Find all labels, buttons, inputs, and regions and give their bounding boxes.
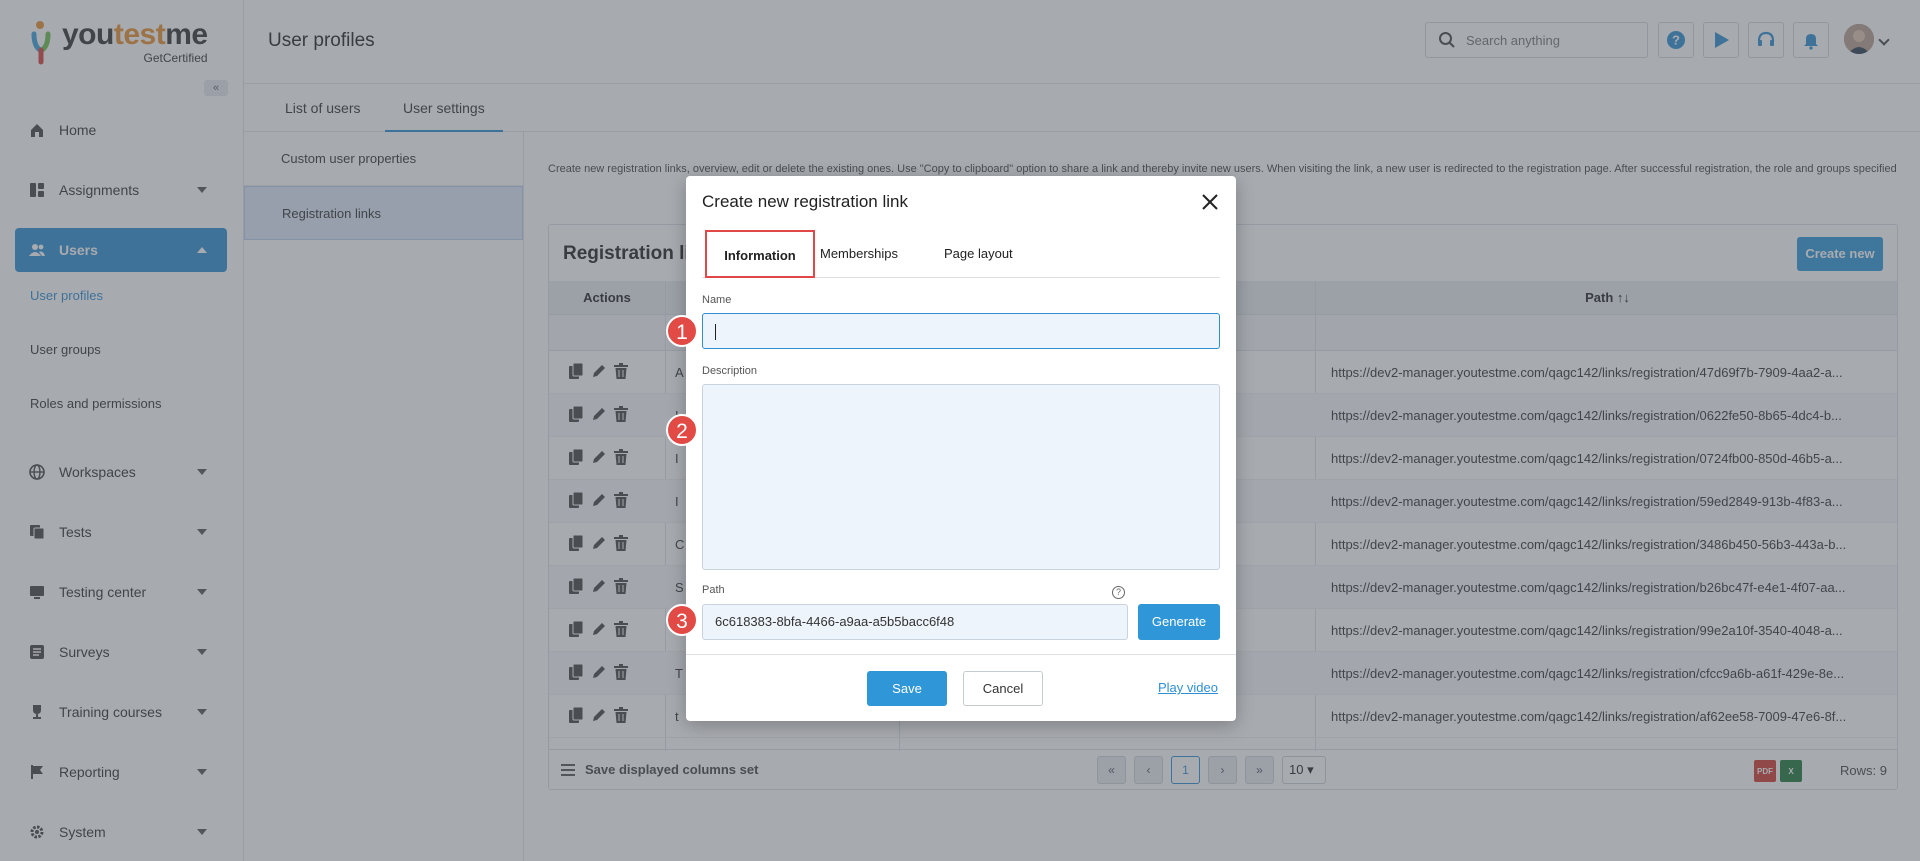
step-marker-3: 3	[666, 604, 698, 636]
path-help-icon[interactable]: ?	[1112, 586, 1125, 599]
close-icon[interactable]	[1200, 192, 1220, 212]
text-cursor	[715, 323, 716, 340]
name-label: Name	[702, 294, 732, 306]
path-field[interactable]: 6c618383-8bfa-4466-a9aa-a5b5bacc6f48	[702, 604, 1128, 640]
step-marker-2: 2	[666, 414, 698, 446]
path-label: Path	[702, 584, 725, 596]
cancel-button[interactable]: Cancel	[963, 671, 1043, 706]
dialog-divider	[686, 654, 1236, 655]
tab-information[interactable]: Information	[705, 230, 815, 278]
step-marker-1: 1	[666, 315, 698, 347]
description-field[interactable]	[702, 384, 1220, 570]
generate-button[interactable]: Generate	[1138, 604, 1220, 640]
name-field[interactable]	[702, 313, 1220, 349]
save-button[interactable]: Save	[867, 671, 947, 706]
create-registration-link-dialog: Create new registration link Information…	[686, 176, 1236, 721]
play-video-link[interactable]: Play video	[1158, 680, 1218, 695]
dialog-tabs: Information Memberships Page layout	[702, 230, 1220, 278]
tab-memberships[interactable]: Memberships	[820, 230, 898, 278]
description-label: Description	[702, 365, 758, 377]
dialog-title: Create new registration link	[702, 192, 908, 211]
tab-page-layout[interactable]: Page layout	[944, 230, 1013, 278]
